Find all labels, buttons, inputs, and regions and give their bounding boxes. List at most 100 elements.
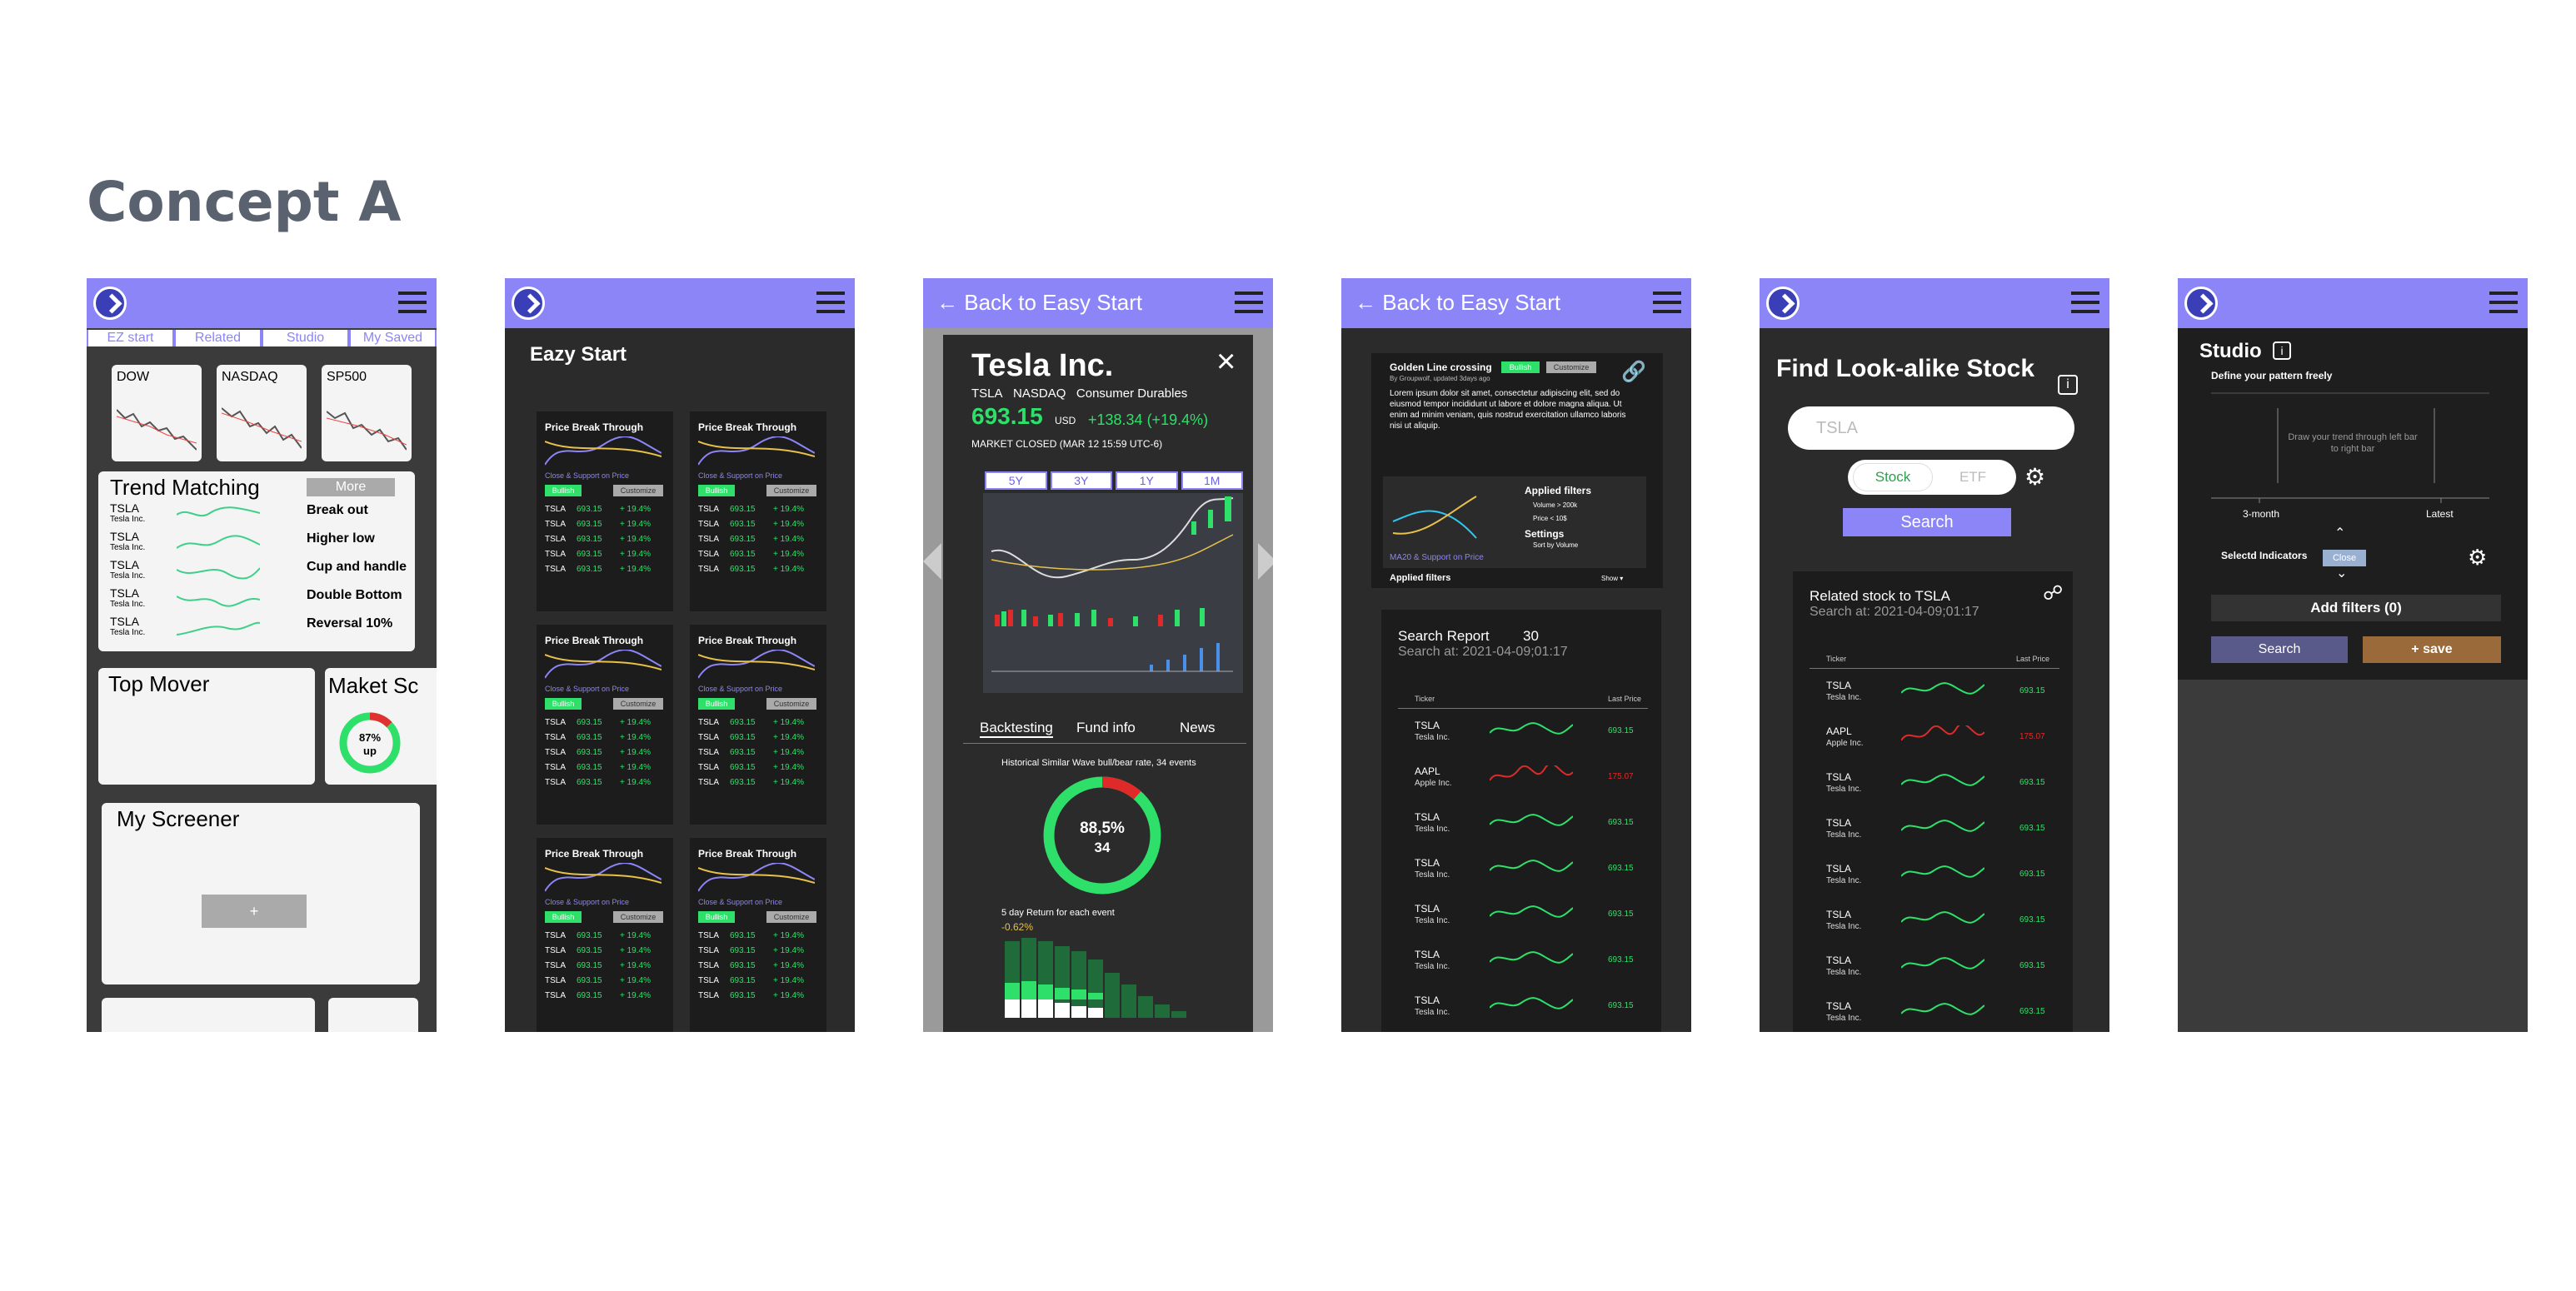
list-item[interactable]: TSLA Tesla Inc. Cup and handle <box>110 558 410 586</box>
pattern-card[interactable]: Price Break Through Close & Support on Pr… <box>537 625 673 825</box>
table-row[interactable]: TSLA Tesla Inc. 693.15 <box>1810 997 2059 1032</box>
table-row[interactable]: TSLA 693.15 + 19.4% <box>545 778 668 791</box>
top-mover-card[interactable]: Top Mover <box>98 668 315 785</box>
trend-matching-card[interactable]: Trend Matching More TSLA Tesla Inc. Break … <box>98 471 415 651</box>
gear-icon[interactable]: ⚙ <box>2468 545 2487 571</box>
gear-icon[interactable]: ⚙ <box>2024 463 2045 491</box>
customize-badge[interactable]: Customize <box>613 485 663 496</box>
table-row[interactable]: TSLA Tesla Inc. 693.15 <box>1398 716 1648 753</box>
table-row[interactable]: TSLA 693.15 + 19.4% <box>698 535 821 548</box>
table-row[interactable]: TSLA Tesla Inc. 693.15 <box>1810 951 2059 988</box>
tab-ez-start[interactable]: EZ start <box>88 330 172 346</box>
tab-related[interactable]: Related <box>176 330 260 346</box>
table-row[interactable]: TSLA 693.15 + 19.4% <box>545 961 668 974</box>
customize-badge[interactable]: Customize <box>1546 361 1596 373</box>
table-row[interactable]: TSLA 693.15 + 19.4% <box>545 535 668 548</box>
table-row[interactable]: TSLA 693.15 + 19.4% <box>545 520 668 533</box>
prev-arrow-icon[interactable] <box>923 543 941 580</box>
table-row[interactable]: TSLA 693.15 + 19.4% <box>545 946 668 960</box>
tab-studio[interactable]: Studio <box>263 330 347 346</box>
index-card-nasdaq[interactable]: NASDAQ <box>217 365 307 461</box>
info-icon[interactable]: i <box>2058 375 2078 395</box>
table-row[interactable]: TSLA 693.15 + 19.4% <box>698 565 821 578</box>
range-5y[interactable]: 5Y <box>985 471 1047 490</box>
menu-icon[interactable] <box>1653 292 1681 315</box>
table-row[interactable]: TSLA Tesla Inc. 693.15 <box>1398 945 1648 982</box>
table-row[interactable]: TSLA 693.15 + 19.4% <box>698 778 821 791</box>
bullish-badge[interactable]: Bullish <box>545 911 582 923</box>
close-icon[interactable]: × <box>1216 343 1236 381</box>
add-screener-button[interactable]: + <box>202 895 307 928</box>
back-link[interactable]: ← Back to Easy Start <box>1355 290 1560 316</box>
table-row[interactable]: TSLA 693.15 + 19.4% <box>698 946 821 960</box>
table-row[interactable]: TSLA Tesla Inc. 693.15 <box>1398 900 1648 936</box>
pattern-card[interactable]: Price Break Through Close & Support on Pr… <box>537 411 673 611</box>
table-row[interactable]: AAPL Apple Inc. 175.07 <box>1810 722 2059 759</box>
customize-badge[interactable]: Customize <box>766 698 816 710</box>
menu-icon[interactable] <box>2489 292 2518 315</box>
my-screener-card[interactable]: My Screener + <box>102 803 420 984</box>
indicator-close-chip[interactable]: Close <box>2323 550 2366 566</box>
tab-backtesting[interactable]: Backtesting <box>980 720 1053 738</box>
table-row[interactable]: TSLA 693.15 + 19.4% <box>698 748 821 761</box>
menu-icon[interactable] <box>1235 292 1263 315</box>
customize-badge[interactable]: Customize <box>613 698 663 710</box>
table-row[interactable]: TSLA Tesla Inc. 693.15 <box>1810 676 2059 713</box>
info-icon[interactable]: i <box>2273 341 2291 360</box>
chevron-down-icon[interactable]: ⌄ <box>2336 565 2347 581</box>
table-row[interactable]: TSLA 693.15 + 19.4% <box>698 733 821 746</box>
table-row[interactable]: AAPL Apple Inc. 175.07 <box>1398 762 1648 799</box>
table-row[interactable]: TSLA Tesla Inc. 693.15 <box>1810 768 2059 805</box>
table-row[interactable]: TSLA 693.15 + 19.4% <box>545 931 668 945</box>
table-row[interactable]: TSLA Tesla Inc. 693.15 <box>1398 854 1648 890</box>
table-row[interactable]: TSLA 693.15 + 19.4% <box>698 763 821 776</box>
pattern-card[interactable]: Price Break Through Close & Support on Pr… <box>690 838 826 1032</box>
search-input[interactable]: TSLA <box>1788 406 2074 450</box>
tab-news[interactable]: News <box>1180 720 1216 736</box>
market-sentiment-card[interactable]: Maket Sc 87% up <box>325 668 437 785</box>
list-item[interactable]: TSLA Tesla Inc. Break out <box>110 501 410 530</box>
bullish-badge[interactable]: Bullish <box>698 485 735 496</box>
table-row[interactable]: TSLA 693.15 + 19.4% <box>545 718 668 731</box>
next-arrow-icon[interactable] <box>1258 543 1273 580</box>
table-row[interactable]: TSLA 693.15 + 19.4% <box>698 991 821 1004</box>
search-button[interactable]: Search <box>2211 636 2348 663</box>
table-row[interactable]: TSLA 693.15 + 19.4% <box>545 565 668 578</box>
toggle-stock[interactable]: Stock <box>1853 463 1933 491</box>
table-row[interactable]: TSLA Tesla Inc. 693.15 <box>1810 814 2059 850</box>
bullish-badge[interactable]: Bullish <box>545 698 582 710</box>
customize-badge[interactable]: Customize <box>766 911 816 923</box>
share-icon[interactable]: ☍ <box>2043 581 2063 606</box>
table-row[interactable]: TSLA 693.15 + 19.4% <box>545 763 668 776</box>
table-row[interactable]: TSLA 693.15 + 19.4% <box>698 961 821 974</box>
search-button[interactable]: Search <box>1843 508 2011 536</box>
table-row[interactable]: TSLA 693.15 + 19.4% <box>698 718 821 731</box>
list-item[interactable]: TSLA Tesla Inc. Double Bottom <box>110 586 410 615</box>
table-row[interactable]: TSLA 693.15 + 19.4% <box>545 550 668 563</box>
table-row[interactable]: TSLA 693.15 + 19.4% <box>698 976 821 989</box>
bullish-badge[interactable]: Bullish <box>698 698 735 710</box>
table-row[interactable]: TSLA 693.15 + 19.4% <box>698 931 821 945</box>
tab-fund-info[interactable]: Fund info <box>1076 720 1136 736</box>
index-card-sp500[interactable]: SP500 <box>322 365 412 461</box>
menu-icon[interactable] <box>2071 292 2099 315</box>
customize-badge[interactable]: Customize <box>613 911 663 923</box>
save-button[interactable]: + save <box>2363 636 2501 663</box>
list-item[interactable]: TSLA Tesla Inc. Higher low <box>110 530 410 558</box>
table-row[interactable]: TSLA Tesla Inc. 693.15 <box>1398 991 1648 1028</box>
tab-my-saved[interactable]: My Saved <box>351 330 435 346</box>
table-row[interactable]: TSLA Tesla Inc. 693.15 <box>1810 905 2059 942</box>
table-row[interactable]: TSLA Tesla Inc. 693.15 <box>1810 860 2059 896</box>
show-dropdown[interactable]: Show ▾ <box>1601 575 1623 582</box>
list-item[interactable]: TSLA Tesla Inc. Reversal 10% <box>110 615 410 643</box>
bullish-badge[interactable]: Bullish <box>698 911 735 923</box>
add-filters-button[interactable]: Add filters (0) <box>2211 595 2501 621</box>
logo-icon[interactable] <box>1766 287 1800 320</box>
pattern-detail-card[interactable]: Golden Line crossing Bullish Customize 🔗… <box>1371 353 1663 588</box>
logo-icon[interactable] <box>512 287 545 320</box>
chevron-up-icon[interactable]: ⌃ <box>2334 525 2345 541</box>
table-row[interactable]: TSLA 693.15 + 19.4% <box>545 991 668 1004</box>
pattern-card[interactable]: Price Break Through Close & Support on Pr… <box>690 625 826 825</box>
logo-icon[interactable] <box>93 287 127 320</box>
table-row[interactable]: TSLA 693.15 + 19.4% <box>545 748 668 761</box>
